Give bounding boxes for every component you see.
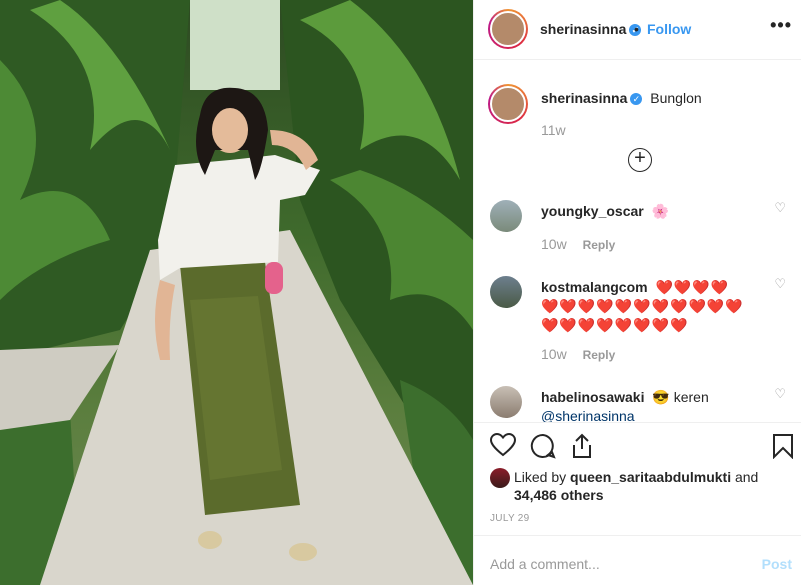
comment-time[interactable]: 10w xyxy=(541,236,567,252)
photo-illustration xyxy=(0,0,473,585)
liker-avatar[interactable] xyxy=(490,468,510,488)
commenter-avatar[interactable] xyxy=(490,276,522,308)
post-photo[interactable] xyxy=(0,0,473,585)
reply-button[interactable]: Reply xyxy=(583,238,616,252)
comment-text: keren xyxy=(673,389,709,405)
caption-line: sherinasinna ✓ Bunglon xyxy=(541,90,702,106)
liker-username[interactable]: queen_saritaabdulmukti xyxy=(570,469,731,485)
likes-text: Liked by queen_saritaabdulmukti and 34,4… xyxy=(514,468,784,504)
more-options-icon[interactable]: ••• xyxy=(770,15,792,36)
load-more-comments-icon[interactable]: + xyxy=(628,148,652,172)
comments-list[interactable]: sherinasinna ✓ Bunglon 11w + youngky_osca… xyxy=(474,60,801,422)
caption-timestamp[interactable]: 11w xyxy=(541,122,566,138)
follow-button[interactable]: Follow xyxy=(647,21,691,37)
comment-like-heart-icon[interactable]: ♡ xyxy=(774,276,786,292)
author-username[interactable]: sherinasinna ✓ xyxy=(540,21,642,37)
post-header: sherinasinna ✓ • Follow ••• xyxy=(474,0,801,60)
caption-username[interactable]: sherinasinna xyxy=(541,90,627,106)
add-comment-input[interactable]: Add a comment... xyxy=(490,556,600,572)
bookmark-icon[interactable] xyxy=(772,433,794,462)
commenter-username[interactable]: habelinosawaki xyxy=(541,389,644,405)
author-username-text[interactable]: sherinasinna xyxy=(540,21,626,37)
add-comment-bar: Add a comment... Post xyxy=(474,535,801,585)
likes-and: and xyxy=(731,469,759,485)
comment-mention[interactable]: @sherinasinna xyxy=(541,408,635,422)
verified-badge-icon: ✓ xyxy=(630,93,643,106)
comment-time[interactable]: 10w xyxy=(541,346,567,362)
comment-body: kostmalangcom ❤️❤️❤️❤️❤️❤️❤️❤️❤️❤️❤️❤️❤️… xyxy=(541,278,746,335)
comment-text: 🌸 xyxy=(651,203,670,219)
caption-avatar[interactable] xyxy=(488,84,528,124)
commenter-avatar[interactable] xyxy=(490,386,522,418)
comment-like-heart-icon[interactable]: ♡ xyxy=(774,386,786,402)
commenter-username[interactable]: kostmalangcom xyxy=(541,279,648,295)
like-heart-icon[interactable] xyxy=(489,432,517,460)
post-comment-button[interactable]: Post xyxy=(762,556,792,572)
comment-body: habelinosawaki 😎 keren @sherinasinna xyxy=(541,388,746,422)
author-avatar[interactable] xyxy=(488,9,528,49)
comment-body: youngky_oscar 🌸 xyxy=(541,202,746,221)
comment-meta: 10w Reply xyxy=(541,236,615,252)
comment-emoji: 😎 xyxy=(652,389,670,405)
separator-dot: • xyxy=(634,21,639,37)
comment-like-heart-icon[interactable]: ♡ xyxy=(774,200,786,216)
commenter-avatar[interactable] xyxy=(490,200,522,232)
caption-text: Bunglon xyxy=(650,90,702,106)
post-date[interactable]: JULY 29 xyxy=(490,513,530,524)
comment-bubble-icon[interactable] xyxy=(530,433,556,462)
post-side-panel: sherinasinna ✓ • Follow ••• sherinasinna ✓… xyxy=(473,0,801,585)
comment-meta: 10w Reply xyxy=(541,346,615,362)
commenter-username[interactable]: youngky_oscar xyxy=(541,203,644,219)
share-icon[interactable] xyxy=(570,433,594,462)
likes-prefix: Liked by xyxy=(514,469,571,485)
post-actions-bar xyxy=(474,422,801,464)
reply-button[interactable]: Reply xyxy=(583,348,616,362)
likes-count[interactable]: 34,486 others xyxy=(514,487,604,503)
